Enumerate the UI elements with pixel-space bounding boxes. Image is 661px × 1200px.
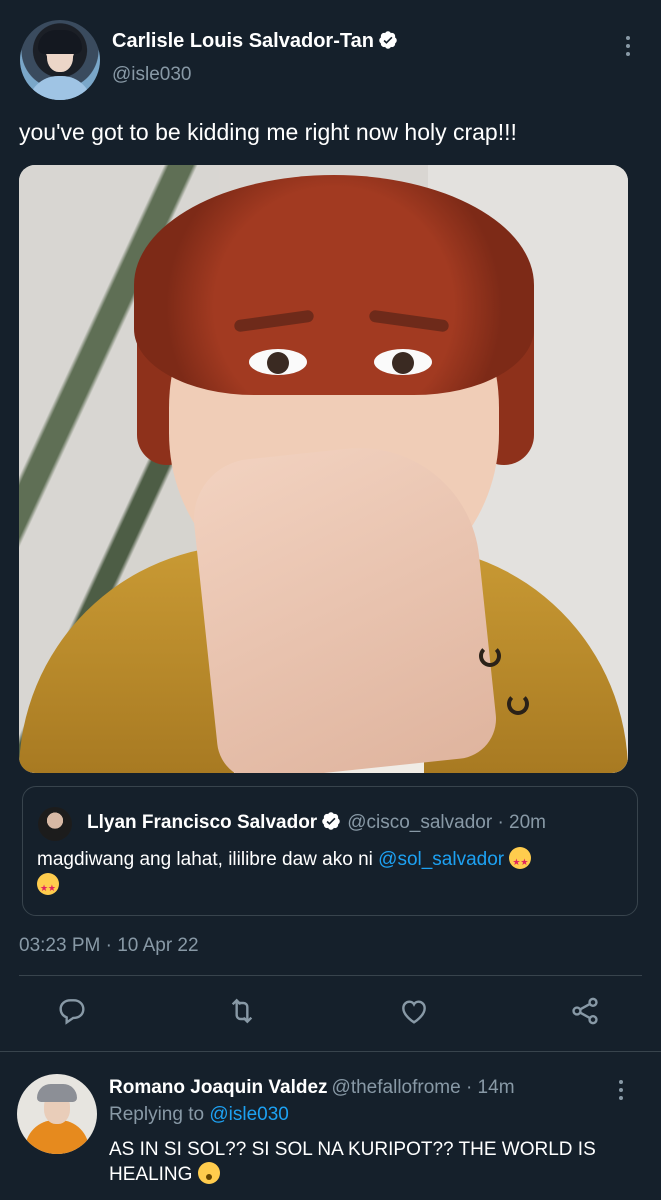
tweet-actions-bar — [0, 995, 661, 1035]
reply-tweet[interactable]: Romano Joaquin Valdez @thefallofrome · 14… — [0, 1052, 661, 1200]
verified-badge-icon — [322, 812, 340, 830]
photo-hair — [134, 175, 534, 395]
photo-jacket-button — [507, 693, 529, 715]
avatar-hoodie — [25, 1120, 89, 1154]
avatar-hair — [38, 30, 82, 54]
replying-to-label: Replying to — [109, 1104, 210, 1125]
flushed-emoji — [197, 1162, 220, 1184]
star-struck-emoji — [37, 873, 59, 901]
quote-text-body: magdiwang ang lahat, ililibre daw ako ni — [37, 849, 379, 870]
quote-author-name: Llyan Francisco Salvador — [87, 812, 318, 833]
retweet-icon[interactable] — [226, 995, 262, 1031]
avatar-hair — [37, 1084, 77, 1102]
photo-eye-right — [374, 349, 432, 375]
reply-icon[interactable] — [56, 995, 92, 1031]
reply-author-handle[interactable]: @thefallofrome · 14m — [332, 1077, 515, 1098]
quote-text: magdiwang ang lahat, ililibre daw ako ni… — [37, 847, 627, 901]
star-struck-emoji — [509, 847, 532, 875]
like-icon[interactable] — [398, 995, 434, 1031]
quoted-tweet[interactable]: Llyan Francisco Salvador @cisco_salvador … — [22, 786, 638, 916]
main-tweet: Carlisle Louis Salvador-Tan @isle030 you… — [0, 0, 661, 1050]
reply-text-body: AS IN SI SOL?? SI SOL NA KURIPOT?? THE W… — [109, 1139, 596, 1185]
reply-author-avatar[interactable] — [17, 1074, 97, 1154]
author-handle[interactable]: @isle030 — [112, 64, 192, 86]
timestamp-divider — [19, 975, 642, 976]
tweet-timestamp[interactable]: 03:23 PM · 10 Apr 22 — [19, 935, 199, 957]
tweet-photo[interactable] — [19, 165, 628, 773]
reply-author-line: Romano Joaquin Valdez @thefallofrome · 14… — [109, 1077, 515, 1099]
more-vertical-icon[interactable] — [618, 34, 638, 58]
tweet-text: you've got to be kidding me right now ho… — [19, 119, 517, 145]
author-name-text: Carlisle Louis Salvador-Tan — [112, 30, 374, 52]
quote-author-handle: @cisco_salvador · 20m — [347, 812, 547, 833]
reply-author-name[interactable]: Romano Joaquin Valdez — [109, 1077, 328, 1098]
replying-to-mention[interactable]: @isle030 — [209, 1104, 289, 1125]
photo-jacket-button — [479, 645, 501, 667]
reply-text: AS IN SI SOL?? SI SOL NA KURIPOT?? THE W… — [109, 1137, 629, 1187]
quote-mention-link[interactable]: @sol_salvador — [378, 849, 504, 870]
replying-to-line: Replying to @isle030 — [109, 1104, 289, 1126]
avatar-shirt — [28, 76, 92, 100]
author-name[interactable]: Carlisle Louis Salvador-Tan — [112, 30, 398, 53]
more-vertical-icon[interactable] — [611, 1078, 631, 1102]
quote-author-avatar — [38, 807, 72, 841]
author-avatar[interactable] — [20, 20, 100, 100]
photo-eye-left — [249, 349, 307, 375]
verified-badge-icon — [379, 31, 397, 49]
share-icon[interactable] — [569, 995, 605, 1031]
quote-author-line: Llyan Francisco Salvador @cisco_salvador … — [87, 811, 546, 834]
